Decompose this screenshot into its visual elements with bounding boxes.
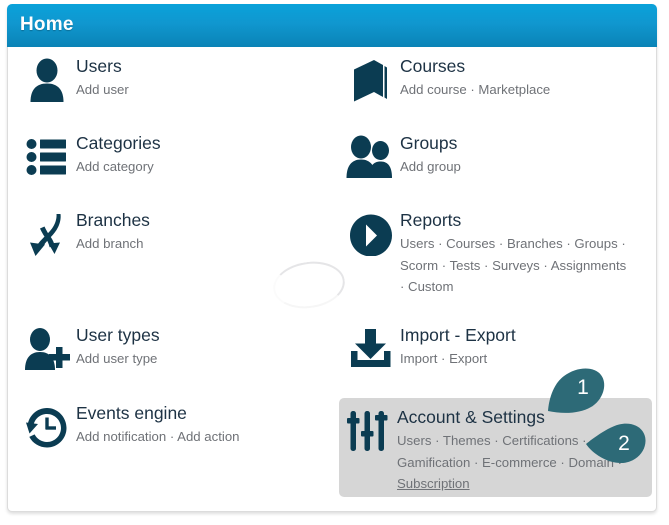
tile-branches-subtitle[interactable]: Add branch (76, 233, 328, 255)
tile-categories-text: Categories Add category (76, 133, 328, 178)
annotation-pin-1: 1 (546, 367, 608, 413)
tile-reports-subtitle-line1[interactable]: Users · Courses · Branches · Groups · (400, 233, 652, 255)
tile-user-types-subtitle[interactable]: Add user type (76, 348, 328, 370)
tile-reports-subtitle[interactable]: Users · Courses · Branches · Groups · Sc… (400, 233, 652, 298)
group-icon (342, 133, 400, 179)
tile-courses-subtitle[interactable]: Add course · Marketplace (400, 79, 652, 101)
tile-user-types-title: User types (76, 325, 160, 345)
dashboard-grid: Users Add user Categories Add category B… (8, 48, 656, 510)
tile-branches[interactable]: Branches Add branch (18, 210, 328, 258)
tile-reports-subtitle-line2[interactable]: Scorm · Tests · Surveys · Assignments (400, 255, 652, 277)
tile-import-export-title: Import - Export (400, 325, 516, 345)
page-title: Home (20, 14, 74, 35)
tile-import-export-text: Import - Export Import · Export (400, 325, 652, 370)
tile-reports-text: Reports Users · Courses · Branches · Gro… (400, 210, 652, 298)
tile-users-subtitle[interactable]: Add user (76, 79, 328, 101)
tile-import-export-subtitle[interactable]: Import · Export (400, 348, 652, 370)
tile-categories[interactable]: Categories Add category (18, 133, 328, 179)
tile-events-engine[interactable]: Events engine Add notification · Add act… (18, 403, 328, 449)
tile-groups-subtitle[interactable]: Add group (400, 156, 652, 178)
tile-reports-subtitle-line3[interactable]: · Custom (400, 276, 652, 298)
pie-chart-icon (342, 210, 400, 256)
tile-import-export[interactable]: Import - Export Import · Export (342, 325, 652, 370)
list-icon (18, 133, 76, 179)
tile-reports-title: Reports (400, 210, 462, 230)
download-icon (342, 325, 400, 369)
tile-user-types[interactable]: User types Add user type (18, 325, 328, 371)
left-column: Users Add user Categories Add category B… (8, 48, 332, 510)
tile-reports[interactable]: Reports Users · Courses · Branches · Gro… (342, 210, 652, 298)
tile-branches-title: Branches (76, 210, 150, 230)
tile-users[interactable]: Users Add user (18, 56, 328, 102)
branches-icon (18, 210, 76, 258)
tile-events-engine-subtitle[interactable]: Add notification · Add action (76, 426, 328, 448)
user-icon (18, 56, 76, 102)
tile-courses-title: Courses (400, 56, 466, 76)
tile-groups-text: Groups Add group (400, 133, 652, 178)
annotation-pin-2-label: 2 (618, 432, 630, 455)
user-plus-icon (18, 325, 76, 371)
tile-branches-text: Branches Add branch (76, 210, 328, 255)
tile-courses[interactable]: Courses Add course · Marketplace (342, 56, 652, 104)
tile-events-engine-text: Events engine Add notification · Add act… (76, 403, 328, 448)
sliders-icon (339, 407, 397, 453)
tile-categories-subtitle[interactable]: Add category (76, 156, 328, 178)
tile-groups[interactable]: Groups Add group (342, 133, 652, 179)
clock-back-icon (18, 403, 76, 449)
annotation-pin-2: 2 (585, 421, 647, 467)
subscription-link[interactable]: Subscription (397, 473, 652, 495)
tile-user-types-text: User types Add user type (76, 325, 328, 370)
tile-groups-title: Groups (400, 133, 458, 153)
tile-users-title: Users (76, 56, 122, 76)
tile-events-engine-title: Events engine (76, 403, 187, 423)
card-header: Home (7, 4, 657, 47)
annotation-pin-1-label: 1 (577, 376, 589, 399)
tile-courses-text: Courses Add course · Marketplace (400, 56, 652, 101)
tile-categories-title: Categories (76, 133, 161, 153)
book-icon (342, 56, 400, 104)
tile-users-text: Users Add user (76, 56, 328, 101)
